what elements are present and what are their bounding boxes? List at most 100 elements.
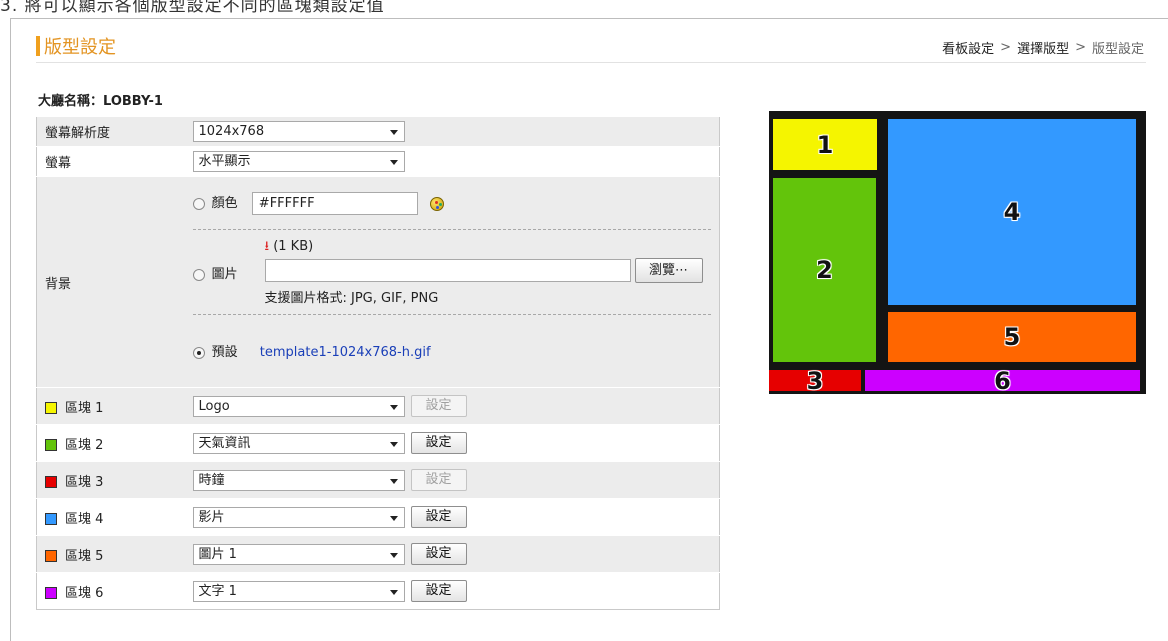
block-settings-button[interactable]: 設定 [410, 506, 467, 528]
image-option-label: 圖片 [211, 267, 238, 282]
color-input[interactable]: #FFFFFF [251, 192, 418, 215]
image-file-input[interactable] [264, 259, 631, 282]
resolution-select[interactable]: 1024x768 [192, 121, 405, 142]
preview-zone-number: 4 [1003, 198, 1021, 226]
default-option: 預設 template1-1024x768-h.gif [192, 341, 712, 360]
screen-orientation-value: 水平顯示 [198, 154, 251, 169]
layout-preview: 1 2 3 4 5 6 [769, 111, 1146, 394]
block-content-value: 文字 1 [198, 583, 237, 599]
divider [192, 229, 711, 230]
block-content-value: 圖片 1 [198, 546, 237, 562]
block-label: 區塊 5 [65, 548, 104, 564]
preview-zone-3: 3 [769, 367, 861, 394]
block-content-value: Logo [198, 398, 230, 414]
default-option-label: 預設 [211, 345, 238, 360]
background-label: 背景 [36, 176, 181, 388]
preview-zone-number: 5 [1003, 323, 1021, 351]
browse-button[interactable]: 瀏覽⋯ [634, 258, 703, 283]
hall-name-value: LOBBY-1 [103, 94, 163, 109]
breadcrumb-item-select-template[interactable]: 選擇版型 [1017, 38, 1069, 57]
block-color-swatch [45, 513, 57, 525]
block-label: 區塊 6 [65, 585, 104, 601]
block-row: 區塊 2 天氣資訊 設定 [36, 424, 720, 462]
image-size: (1 KB) [273, 239, 314, 254]
block-row: 區塊 5 圖片 1 設定 [36, 535, 720, 573]
block-content-value: 時鐘 [198, 472, 225, 488]
background-options: 顏色 #FFFFFF ⭳ (1 KB) 圖片 瀏覽⋯ 支援圖片格式: JPG, … [181, 177, 720, 387]
block-content-select[interactable]: 文字 1 [192, 580, 405, 602]
preview-zone-number: 2 [816, 256, 833, 284]
chevron-down-icon [389, 404, 398, 410]
chevron-down-icon [389, 589, 398, 595]
block-content-value: 影片 [198, 509, 225, 525]
block-row: 區塊 1 Logo 設定 [36, 387, 720, 425]
chevron-down-icon [389, 441, 398, 447]
resolution-row: 螢幕解析度 1024x768 [36, 116, 720, 147]
divider [192, 314, 711, 315]
breadcrumb: 看板設定 > 選擇版型 > 版型設定 [942, 38, 1144, 57]
chevron-down-icon [389, 552, 398, 558]
preview-zone-6: 6 [865, 367, 1140, 394]
preview-zone-5: 5 [888, 312, 1136, 362]
image-formats: 支援圖片格式: JPG, GIF, PNG [264, 291, 439, 306]
block-settings-button[interactable]: 設定 [410, 469, 467, 491]
color-palette-icon[interactable] [429, 196, 444, 211]
block-color-swatch [45, 476, 57, 488]
block-content-select[interactable]: Logo [192, 395, 405, 417]
image-size-info: ⭳ (1 KB) [265, 237, 314, 259]
preview-zone-4: 4 [888, 119, 1136, 305]
page-caption: 3. 將可以顯示各個版型設定不同的區塊類設定值 [0, 0, 385, 16]
block-label: 區塊 1 [65, 400, 104, 416]
preview-zone-number: 6 [994, 366, 1011, 395]
screen-label: 螢幕 [36, 146, 181, 177]
block-label: 區塊 3 [65, 474, 104, 490]
preview-zone-2: 2 [773, 178, 876, 362]
block-settings-button[interactable]: 設定 [410, 543, 467, 565]
block-content-select[interactable]: 圖片 1 [192, 543, 405, 565]
block-content-select[interactable]: 時鐘 [192, 469, 405, 491]
chevron-down-icon [389, 478, 398, 484]
image-radio-group: 圖片 [192, 263, 238, 282]
image-radio[interactable] [192, 268, 205, 281]
block-content-select[interactable]: 影片 [192, 506, 405, 528]
default-radio[interactable] [192, 346, 205, 359]
download-icon[interactable]: ⭳ [265, 239, 270, 254]
breadcrumb-separator: > [1075, 40, 1086, 55]
block-label: 區塊 4 [65, 511, 104, 527]
block-content-select[interactable]: 天氣資訊 [192, 432, 405, 454]
page-title-bar: 版型設定 [36, 34, 116, 58]
page-title: 版型設定 [44, 37, 116, 58]
block-row: 區塊 6 文字 1 設定 [36, 572, 720, 610]
block-color-swatch [45, 439, 57, 451]
block-row: 區塊 4 影片 設定 [36, 498, 720, 536]
block-settings-button[interactable]: 設定 [410, 432, 467, 454]
hall-name: 大廳名稱：LOBBY-1 [38, 90, 163, 109]
hall-name-label: 大廳名稱： [38, 94, 104, 109]
preview-zone-number: 3 [806, 366, 824, 395]
title-accent [36, 36, 40, 56]
color-option-label: 顏色 [211, 196, 238, 211]
chevron-down-icon [389, 160, 398, 165]
default-template-link[interactable]: template1-1024x768-h.gif [260, 345, 431, 360]
block-settings-button[interactable]: 設定 [410, 395, 467, 417]
preview-zone-1: 1 [773, 119, 877, 170]
breadcrumb-item-board-settings[interactable]: 看板設定 [942, 38, 994, 57]
breadcrumb-separator: > [1000, 40, 1012, 55]
background-row: 背景 顏色 #FFFFFF ⭳ (1 KB) 圖片 瀏覽⋯ 支援圖片格式: JP… [36, 176, 720, 388]
block-color-swatch [45, 550, 57, 562]
breadcrumb-item-template-settings: 版型設定 [1091, 42, 1144, 57]
block-settings-button[interactable]: 設定 [410, 580, 467, 602]
preview-zone-number: 1 [816, 130, 834, 159]
block-content-value: 天氣資訊 [198, 435, 251, 451]
chevron-down-icon [389, 130, 398, 135]
chevron-down-icon [389, 515, 398, 521]
block-label: 區塊 2 [65, 437, 104, 453]
color-radio[interactable] [192, 197, 205, 210]
resolution-select-value: 1024x768 [198, 124, 265, 139]
title-divider [36, 62, 1146, 63]
screen-row: 螢幕 水平顯示 [36, 146, 720, 177]
color-option: 顏色 #FFFFFF [192, 192, 712, 215]
screen-orientation-select[interactable]: 水平顯示 [192, 151, 405, 172]
block-color-swatch [45, 587, 57, 599]
resolution-label: 螢幕解析度 [36, 116, 181, 147]
